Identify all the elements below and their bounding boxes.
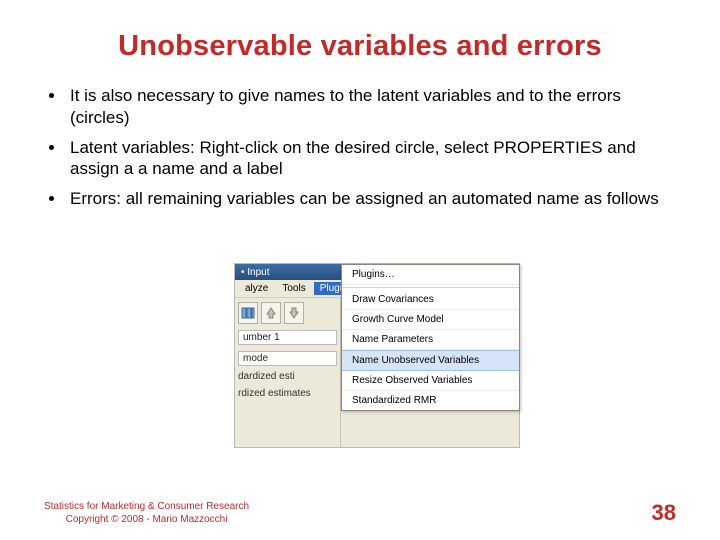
- mode-section: mode dardized esti rdized estimates: [238, 351, 337, 400]
- toolbar: [238, 302, 337, 324]
- toolbar-button[interactable]: [284, 302, 304, 324]
- menu-tools[interactable]: Tools: [276, 282, 311, 295]
- arrow-up-icon: [264, 306, 278, 320]
- menu-item-draw-covariances[interactable]: Draw Covariances: [342, 290, 519, 310]
- bullet-item: It is also necessary to give names to th…: [66, 85, 676, 129]
- page-number: 38: [652, 500, 676, 526]
- footer: Statistics for Marketing & Consumer Rese…: [44, 500, 676, 526]
- menu-item-plugins[interactable]: Plugins…: [342, 265, 519, 285]
- stacks-icon: [241, 306, 255, 320]
- menu-item-name-unobserved[interactable]: Name Unobserved Variables: [342, 350, 519, 371]
- group-label: umber 1: [238, 330, 337, 345]
- truncated-text: dardized esti: [238, 370, 337, 383]
- arrow-down-icon: [287, 306, 301, 320]
- truncated-text: rdized estimates: [238, 387, 337, 400]
- footer-line-2: Copyright © 2008 - Mario Mazzocchi: [44, 514, 249, 527]
- slide: Unobservable variables and errors It is …: [0, 0, 720, 540]
- footer-credits: Statistics for Marketing & Consumer Rese…: [44, 501, 249, 526]
- embedded-screenshot: • Input alyze Tools Plugins Help: [234, 263, 520, 448]
- menu-separator: [342, 287, 519, 288]
- menu-item-growth-curve[interactable]: Growth Curve Model: [342, 310, 519, 330]
- group-section: umber 1: [238, 330, 337, 345]
- slide-title: Unobservable variables and errors: [44, 30, 676, 63]
- plugins-dropdown: Plugins… Draw Covariances Growth Curve M…: [341, 264, 520, 411]
- mode-label: mode: [238, 351, 337, 366]
- left-panel: umber 1 mode dardized esti rdized estima…: [235, 298, 341, 447]
- bullet-item: Errors: all remaining variables can be a…: [66, 188, 676, 210]
- menu-item-resize-observed[interactable]: Resize Observed Variables: [342, 371, 519, 391]
- toolbar-button[interactable]: [261, 302, 281, 324]
- menu-analyze[interactable]: alyze: [239, 282, 274, 295]
- bullet-list: It is also necessary to give names to th…: [44, 85, 676, 210]
- menu-item-name-parameters[interactable]: Name Parameters: [342, 330, 519, 350]
- bullet-item: Latent variables: Right-click on the des…: [66, 137, 676, 181]
- menu-item-standardized-rmr[interactable]: Standardized RMR: [342, 391, 519, 410]
- footer-line-1: Statistics for Marketing & Consumer Rese…: [44, 501, 249, 514]
- screenshot-body: umber 1 mode dardized esti rdized estima…: [235, 298, 519, 447]
- toolbar-button[interactable]: [238, 302, 258, 324]
